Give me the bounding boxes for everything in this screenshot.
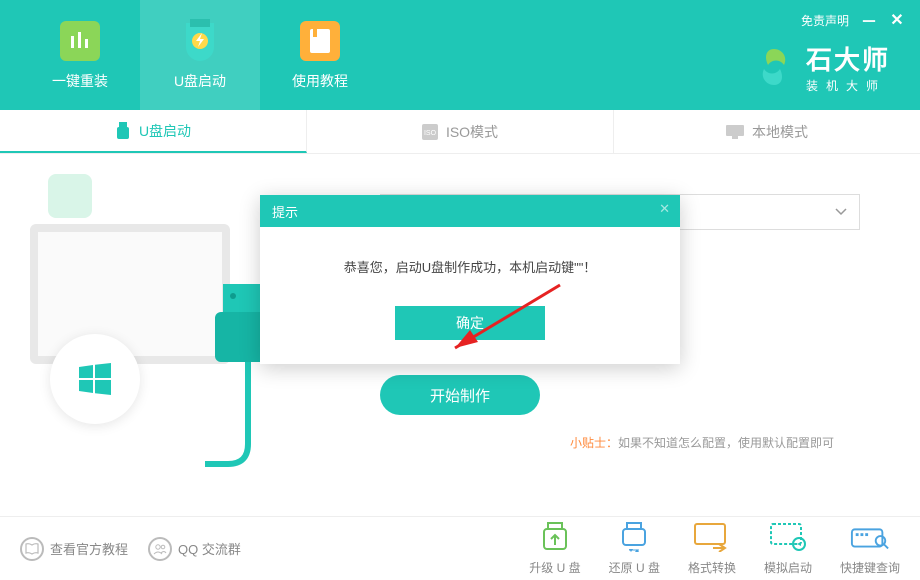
official-tutorial-link[interactable]: 查看官方教程 [20,537,128,561]
modal-header: 提示 ✕ [260,195,680,227]
nav-tabs: 一键重装 U盘启动 使用教程 [0,0,380,110]
tip-label: 小贴士： [570,436,618,450]
hotkey-lookup-icon [850,521,890,553]
action-format-convert[interactable]: 格式转换 [688,521,736,576]
footer-link-label: 查看官方教程 [50,539,128,558]
monitor-icon [726,125,744,139]
action-hotkey-lookup[interactable]: 快捷键查询 [840,521,900,576]
brand-title: 石大师 [806,40,890,77]
usb-shield-icon [178,19,222,63]
qq-group-link[interactable]: QQ 交流群 [148,537,241,561]
modal-title: 提示 [272,202,298,221]
restore-usb-icon [614,521,654,553]
action-label: 升级 U 盘 [529,559,580,576]
action-label: 还原 U 盘 [609,559,660,576]
iso-icon: ISO [422,124,438,140]
minimize-button[interactable]: － [861,8,877,32]
sub-tab-label: U盘启动 [139,121,191,141]
sub-tab-label: ISO模式 [446,122,498,142]
footer: 查看官方教程 QQ 交流群 升级 U 盘 还原 U 盘 格式转换 模拟启动 快捷 [0,516,920,580]
brand-subtitle: 装机大师 [806,77,890,94]
sub-tabs: U盘启动 ISO ISO模式 本地模式 [0,110,920,154]
modal-close-button[interactable]: ✕ [659,201,670,217]
nav-tab-reinstall[interactable]: 一键重装 [20,0,140,110]
close-button[interactable]: ✕ [889,10,905,30]
window-controls: 免责声明 － ✕ [801,8,905,32]
book-icon [20,537,44,561]
tip-text: 小贴士：如果不知道怎么配置，使用默认配置即可 [570,434,834,451]
brand-logo-icon [752,45,796,89]
success-modal: 提示 ✕ 恭喜您，启动U盘制作成功，本机启动键""！ 确定 [260,195,680,364]
tutorial-icon [298,19,342,63]
reinstall-icon [58,19,102,63]
action-simulate-boot[interactable]: 模拟启动 [764,521,812,576]
chevron-down-icon [835,208,847,216]
illustration [30,174,290,474]
sub-tab-usb[interactable]: U盘启动 [0,110,307,153]
nav-label: U盘启动 [174,71,226,91]
format-convert-icon [692,521,732,553]
sub-tab-iso[interactable]: ISO ISO模式 [307,110,614,153]
disclaimer-link[interactable]: 免责声明 [801,12,849,29]
action-upgrade-usb[interactable]: 升级 U 盘 [529,521,580,576]
start-make-button[interactable]: 开始制作 [380,375,540,415]
svg-text:ISO: ISO [424,130,437,137]
action-label: 格式转换 [688,559,736,576]
sub-tab-local[interactable]: 本地模式 [614,110,920,153]
footer-link-label: QQ 交流群 [178,539,241,558]
windows-circle-icon [50,334,140,424]
nav-tab-tutorial[interactable]: 使用教程 [260,0,380,110]
header: 一键重装 U盘启动 使用教程 免责声明 － ✕ 石大师 装机大师 [0,0,920,110]
action-label: 快捷键查询 [840,559,900,576]
windows-badge-icon [48,174,92,218]
monitor-illustration [30,224,230,364]
action-restore-usb[interactable]: 还原 U 盘 [609,521,660,576]
nav-label: 一键重装 [52,71,108,91]
action-label: 模拟启动 [764,559,812,576]
nav-label: 使用教程 [292,71,348,91]
modal-message: 恭喜您，启动U盘制作成功，本机启动键""！ [260,227,680,296]
brand: 石大师 装机大师 [752,40,890,94]
nav-tab-usb-boot[interactable]: U盘启动 [140,0,260,110]
upgrade-usb-icon [535,521,575,553]
modal-ok-button[interactable]: 确定 [395,306,545,340]
people-icon [148,537,172,561]
simulate-boot-icon [768,521,808,553]
sub-tab-label: 本地模式 [752,122,808,142]
usb-icon [115,122,131,140]
